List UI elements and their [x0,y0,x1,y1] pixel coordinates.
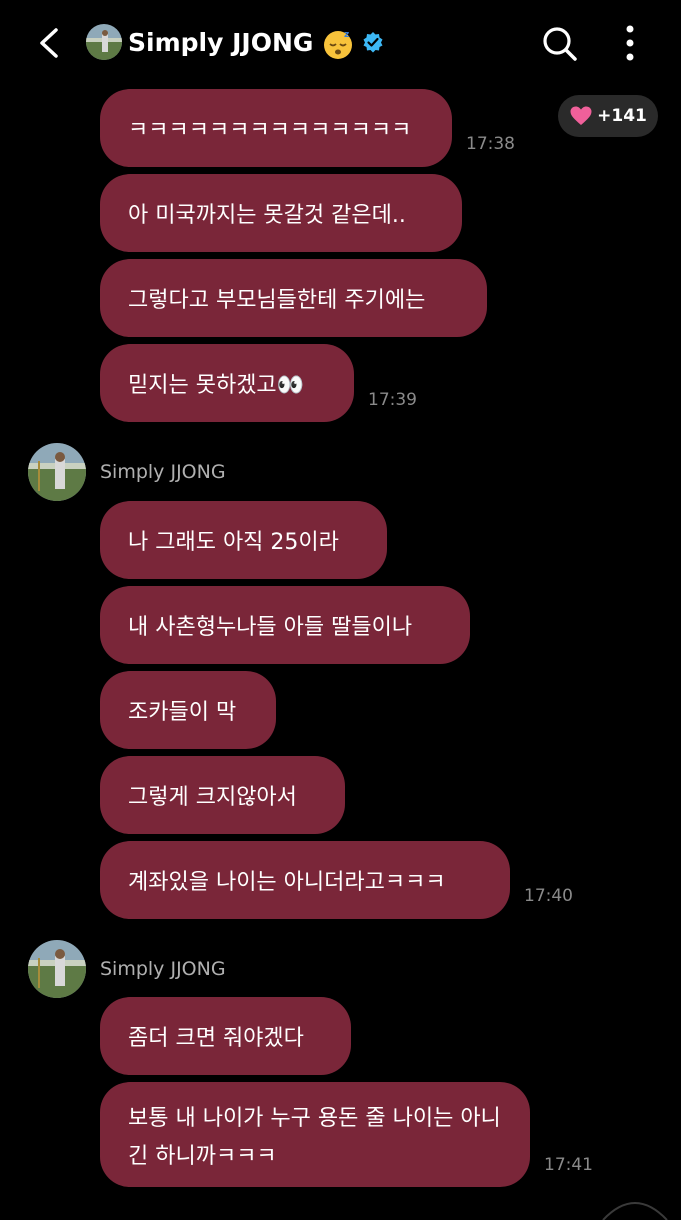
avatar[interactable] [86,24,122,60]
verified-badge-icon [363,32,383,53]
scroll-button-edge[interactable] [595,1180,675,1220]
message-bubble[interactable]: 그렇다고 부모님들한테 주기에는 [100,259,487,337]
message-bubble[interactable]: 좀더 크면 줘야겠다 [100,997,351,1075]
search-button[interactable] [538,22,580,64]
message-timestamp: 17:40 [524,886,573,906]
message-bubble[interactable]: 나 그래도 아직 25이라 [100,501,387,579]
sender-name: Simply JJONG [100,461,226,483]
reaction-badge[interactable]: +141 [558,95,658,137]
message-timestamp: 17:41 [544,1155,593,1175]
message-bubble[interactable]: 아 미국까지는 못갈것 같은데.. [100,174,462,252]
more-options-button[interactable] [614,22,646,64]
message-bubble[interactable]: 그렇게 크지않아서 [100,756,345,834]
sender-name: Simply JJONG [100,958,226,980]
profile-photo-icon [28,940,86,998]
message-timestamp: 17:39 [368,390,417,410]
chevron-left-icon [40,28,58,58]
message-bubble[interactable]: 계좌있을 나이는 아니더라고ㅋㅋㅋ [100,841,510,919]
message-bubble[interactable]: ㅋㅋㅋㅋㅋㅋㅋㅋㅋㅋㅋㅋㅋㅋ [100,89,452,167]
message-text: 보통 내 나이가 누구 용돈 줄 나이는 아니긴 하니까ㅋㅋㅋ [128,1106,501,1169]
avatar[interactable] [28,443,86,501]
message-text: 계좌있을 나이는 아니더라고ㅋㅋㅋ [128,870,446,895]
profile-photo-icon [86,24,122,60]
message-timestamp: 17:38 [466,134,515,154]
message-bubble[interactable]: 보통 내 나이가 누구 용돈 줄 나이는 아니긴 하니까ㅋㅋㅋ [100,1082,530,1187]
message-bubble[interactable]: 내 사촌형누나들 아들 딸들이나 [100,586,470,664]
search-icon [543,27,577,61]
message-text: 그렇다고 부모님들한테 주기에는 [128,288,426,313]
message-text: 믿지는 못하겠고👀 [128,373,305,398]
message-text: 좀더 크면 줘야겠다 [128,1026,304,1051]
profile-photo-icon [28,443,86,501]
reaction-count: +141 [597,106,647,126]
message-bubble[interactable]: 믿지는 못하겠고👀 [100,344,354,422]
more-vertical-icon [626,25,634,61]
message-text: 나 그래도 아직 25이라 [128,530,339,555]
message-text: 조카들이 막 [128,700,237,725]
message-text: 그렇게 크지않아서 [128,785,297,810]
message-text: 내 사촌형누나들 아들 딸들이나 [128,615,413,640]
message-text: ㅋㅋㅋㅋㅋㅋㅋㅋㅋㅋㅋㅋㅋㅋ [128,118,412,143]
page-title: Simply JJONG [128,28,314,57]
message-text: 아 미국까지는 못갈것 같은데.. [128,203,406,228]
heart-icon [570,106,592,125]
chat-header: Simply JJONG z [0,0,681,88]
svg-text:z: z [344,30,349,40]
sleeping-face-icon: z [324,30,352,59]
back-button[interactable] [30,22,70,64]
avatar[interactable] [28,940,86,998]
message-bubble[interactable]: 조카들이 막 [100,671,276,749]
